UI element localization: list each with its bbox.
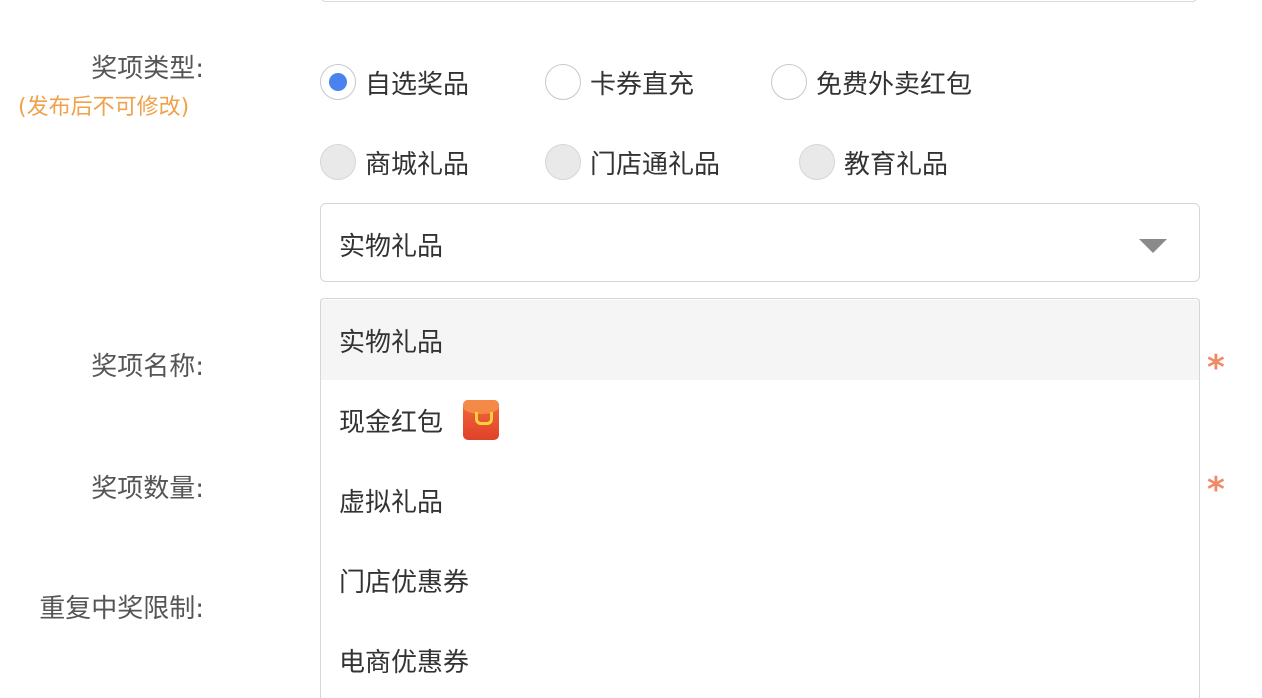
radio-label: 门店通礼品 <box>590 149 721 180</box>
dropdown-option-ecommerce-coupon[interactable]: 电商优惠券 <box>321 620 1199 698</box>
radio-label: 免费外卖红包 <box>816 69 973 100</box>
chevron-down-icon[interactable] <box>1139 239 1167 253</box>
dropdown-option-store-coupon[interactable]: 门店优惠券 <box>321 540 1199 620</box>
radio-label: 自选奖品 <box>365 69 470 100</box>
radio-circle[interactable] <box>771 64 807 100</box>
prize-type-label: 奖项类型: <box>91 54 204 84</box>
select-value: 实物礼品 <box>339 232 444 262</box>
radio-option-education-gift: 教育礼品 <box>799 144 948 180</box>
radio-circle[interactable] <box>545 64 581 100</box>
option-label: 门店优惠券 <box>339 567 470 598</box>
radio-circle-disabled <box>545 144 581 180</box>
radio-circle-checked[interactable] <box>320 64 356 100</box>
gift-type-dropdown: 实物礼品 现金红包 虚拟礼品 门店优惠券 电商优惠券 <box>320 298 1200 698</box>
option-label: 实物礼品 <box>339 327 444 358</box>
red-packet-icon <box>463 400 500 440</box>
dropdown-option-virtual-gift[interactable]: 虚拟礼品 <box>321 460 1199 540</box>
required-mark: * <box>1207 348 1225 388</box>
radio-option-self-selected[interactable]: 自选奖品 <box>320 64 469 100</box>
radio-option-takeout-redpacket[interactable]: 免费外卖红包 <box>771 64 972 100</box>
radio-circle-disabled <box>320 144 356 180</box>
radio-option-card-recharge[interactable]: 卡券直充 <box>545 64 694 100</box>
option-label: 虚拟礼品 <box>339 487 444 518</box>
radio-circle-disabled <box>799 144 835 180</box>
dropdown-option-physical-gift[interactable]: 实物礼品 <box>321 300 1199 380</box>
dropdown-option-cash-redpacket[interactable]: 现金红包 <box>321 380 1199 460</box>
prize-quantity-label: 奖项数量: <box>91 474 204 504</box>
radio-option-mall-gift: 商城礼品 <box>320 144 469 180</box>
option-label: 电商优惠券 <box>339 647 470 678</box>
radio-option-store-gift: 门店通礼品 <box>545 144 720 180</box>
radio-label: 卡券直充 <box>590 69 695 100</box>
prize-type-note: (发布后不可修改) <box>18 95 190 120</box>
prize-name-label: 奖项名称: <box>91 352 204 382</box>
previous-field-input[interactable] <box>320 0 1198 2</box>
required-mark: * <box>1207 470 1225 510</box>
radio-label: 教育礼品 <box>844 149 949 180</box>
radio-label: 商城礼品 <box>365 149 470 180</box>
repeat-limit-label: 重复中奖限制: <box>39 594 204 624</box>
option-label: 现金红包 <box>339 407 444 438</box>
gift-type-select[interactable]: 实物礼品 <box>320 203 1200 282</box>
